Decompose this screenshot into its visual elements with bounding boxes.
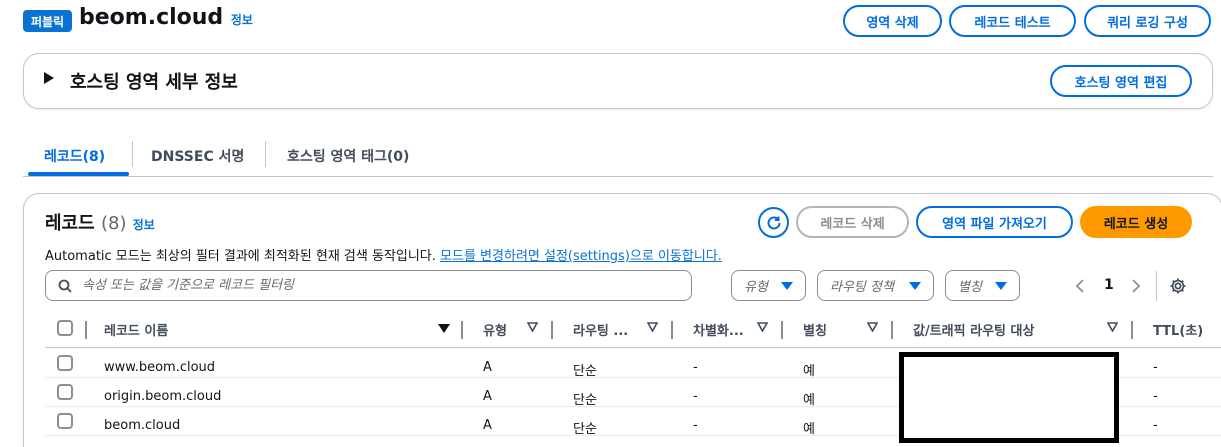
tab-divider — [132, 141, 133, 167]
delete-record-button[interactable]: 레코드 삭제 — [796, 206, 909, 238]
type-filter-select[interactable]: 유형 — [731, 270, 806, 301]
expand-caret-icon[interactable] — [44, 72, 54, 84]
query-logging-button[interactable]: 쿼리 로깅 구성 — [1084, 5, 1211, 37]
refresh-button[interactable] — [758, 207, 789, 238]
redacted-value-box — [899, 352, 1119, 443]
search-input[interactable] — [82, 278, 662, 293]
record-differentiator: - — [693, 418, 698, 433]
visibility-badge: 퍼블릭 — [23, 10, 72, 32]
details-title[interactable]: 호스팅 영역 세부 정보 — [70, 68, 238, 94]
table-header-divider — [45, 347, 1221, 348]
sort-icon[interactable] — [867, 322, 878, 332]
row-checkbox[interactable] — [57, 413, 73, 429]
records-count: (8) — [100, 213, 127, 234]
record-type: A — [483, 360, 492, 375]
select-all-checkbox[interactable] — [57, 320, 73, 336]
import-zone-file-button[interactable]: 영역 파일 가져오기 — [916, 206, 1073, 238]
column-divider — [781, 321, 783, 339]
info-link[interactable]: 정보 — [231, 13, 253, 27]
sort-icon[interactable] — [527, 322, 538, 332]
column-header-alias[interactable]: 별칭 — [803, 320, 827, 339]
record-name: origin.beom.cloud — [104, 389, 222, 404]
column-header-routing[interactable]: 라우팅 ... — [573, 320, 628, 339]
settings-gear-icon[interactable] — [1169, 277, 1187, 295]
delete-zone-button[interactable]: 영역 삭제 — [843, 5, 942, 37]
search-mode-description: Automatic 모드는 최상의 필터 결과에 최적화된 현재 검색 동작입니… — [45, 249, 722, 264]
test-record-button[interactable]: 레코드 테스트 — [949, 5, 1076, 37]
record-filter-search[interactable] — [45, 270, 692, 301]
record-ttl: - — [1153, 389, 1158, 404]
column-header-type[interactable]: 유형 — [483, 320, 507, 339]
sort-icon[interactable] — [647, 322, 658, 332]
routing-policy-filter-select[interactable]: 라우팅 정책 — [817, 270, 934, 301]
tab-tags[interactable]: 호스팅 영역 태그(0) — [287, 146, 409, 166]
tab-records[interactable]: 레코드(8) — [44, 146, 105, 166]
refresh-icon — [767, 216, 780, 229]
column-divider — [85, 321, 87, 339]
records-title: 레코드 (8) 정보 — [45, 213, 155, 234]
record-type: A — [483, 389, 492, 404]
column-divider — [671, 321, 673, 339]
current-page[interactable]: 1 — [1104, 277, 1114, 293]
record-name: www.beom.cloud — [104, 360, 216, 375]
row-checkbox[interactable] — [57, 355, 73, 371]
sort-icon[interactable] — [1107, 322, 1118, 332]
next-page-icon[interactable] — [1131, 279, 1141, 293]
pager-divider — [1156, 271, 1157, 301]
column-divider — [1131, 321, 1133, 339]
record-ttl: - — [1153, 418, 1158, 433]
record-differentiator: - — [693, 360, 698, 375]
tab-divider — [265, 141, 266, 167]
row-checkbox[interactable] — [57, 384, 73, 400]
alias-filter-select[interactable]: 별칭 — [945, 270, 1020, 301]
active-tab-indicator — [28, 172, 129, 176]
column-divider — [891, 321, 893, 339]
column-header-name[interactable]: 레코드 이름 — [104, 320, 168, 339]
dropdown-icon — [909, 281, 921, 290]
sort-descending-icon[interactable] — [438, 324, 450, 333]
record-differentiator: - — [693, 389, 698, 404]
column-header-differentiator[interactable]: 차별화... — [693, 320, 744, 339]
tab-dnssec[interactable]: DNSSEC 서명 — [151, 146, 244, 166]
dropdown-icon — [995, 281, 1007, 290]
page-title: beom.cloud 정보 — [79, 5, 253, 30]
dropdown-icon — [781, 281, 793, 290]
settings-link[interactable]: 모드를 변경하려면 설정(settings)으로 이동합니다. — [440, 249, 722, 264]
search-icon — [58, 279, 72, 293]
create-record-button[interactable]: 레코드 생성 — [1080, 206, 1192, 238]
edit-hosted-zone-button[interactable]: 호스팅 영역 편집 — [1050, 65, 1192, 97]
column-divider — [551, 321, 553, 339]
previous-page-icon[interactable] — [1075, 279, 1085, 293]
record-ttl: - — [1153, 360, 1158, 375]
column-header-value[interactable]: 값/트래픽 라우팅 대상 — [913, 320, 1034, 339]
record-name: beom.cloud — [104, 418, 181, 433]
column-divider — [461, 321, 463, 339]
column-header-ttl[interactable]: TTL(초) — [1153, 320, 1203, 339]
record-type: A — [483, 418, 492, 433]
sort-icon[interactable] — [757, 322, 768, 332]
records-info-link[interactable]: 정보 — [133, 218, 155, 232]
tabs-divider — [23, 176, 1213, 177]
